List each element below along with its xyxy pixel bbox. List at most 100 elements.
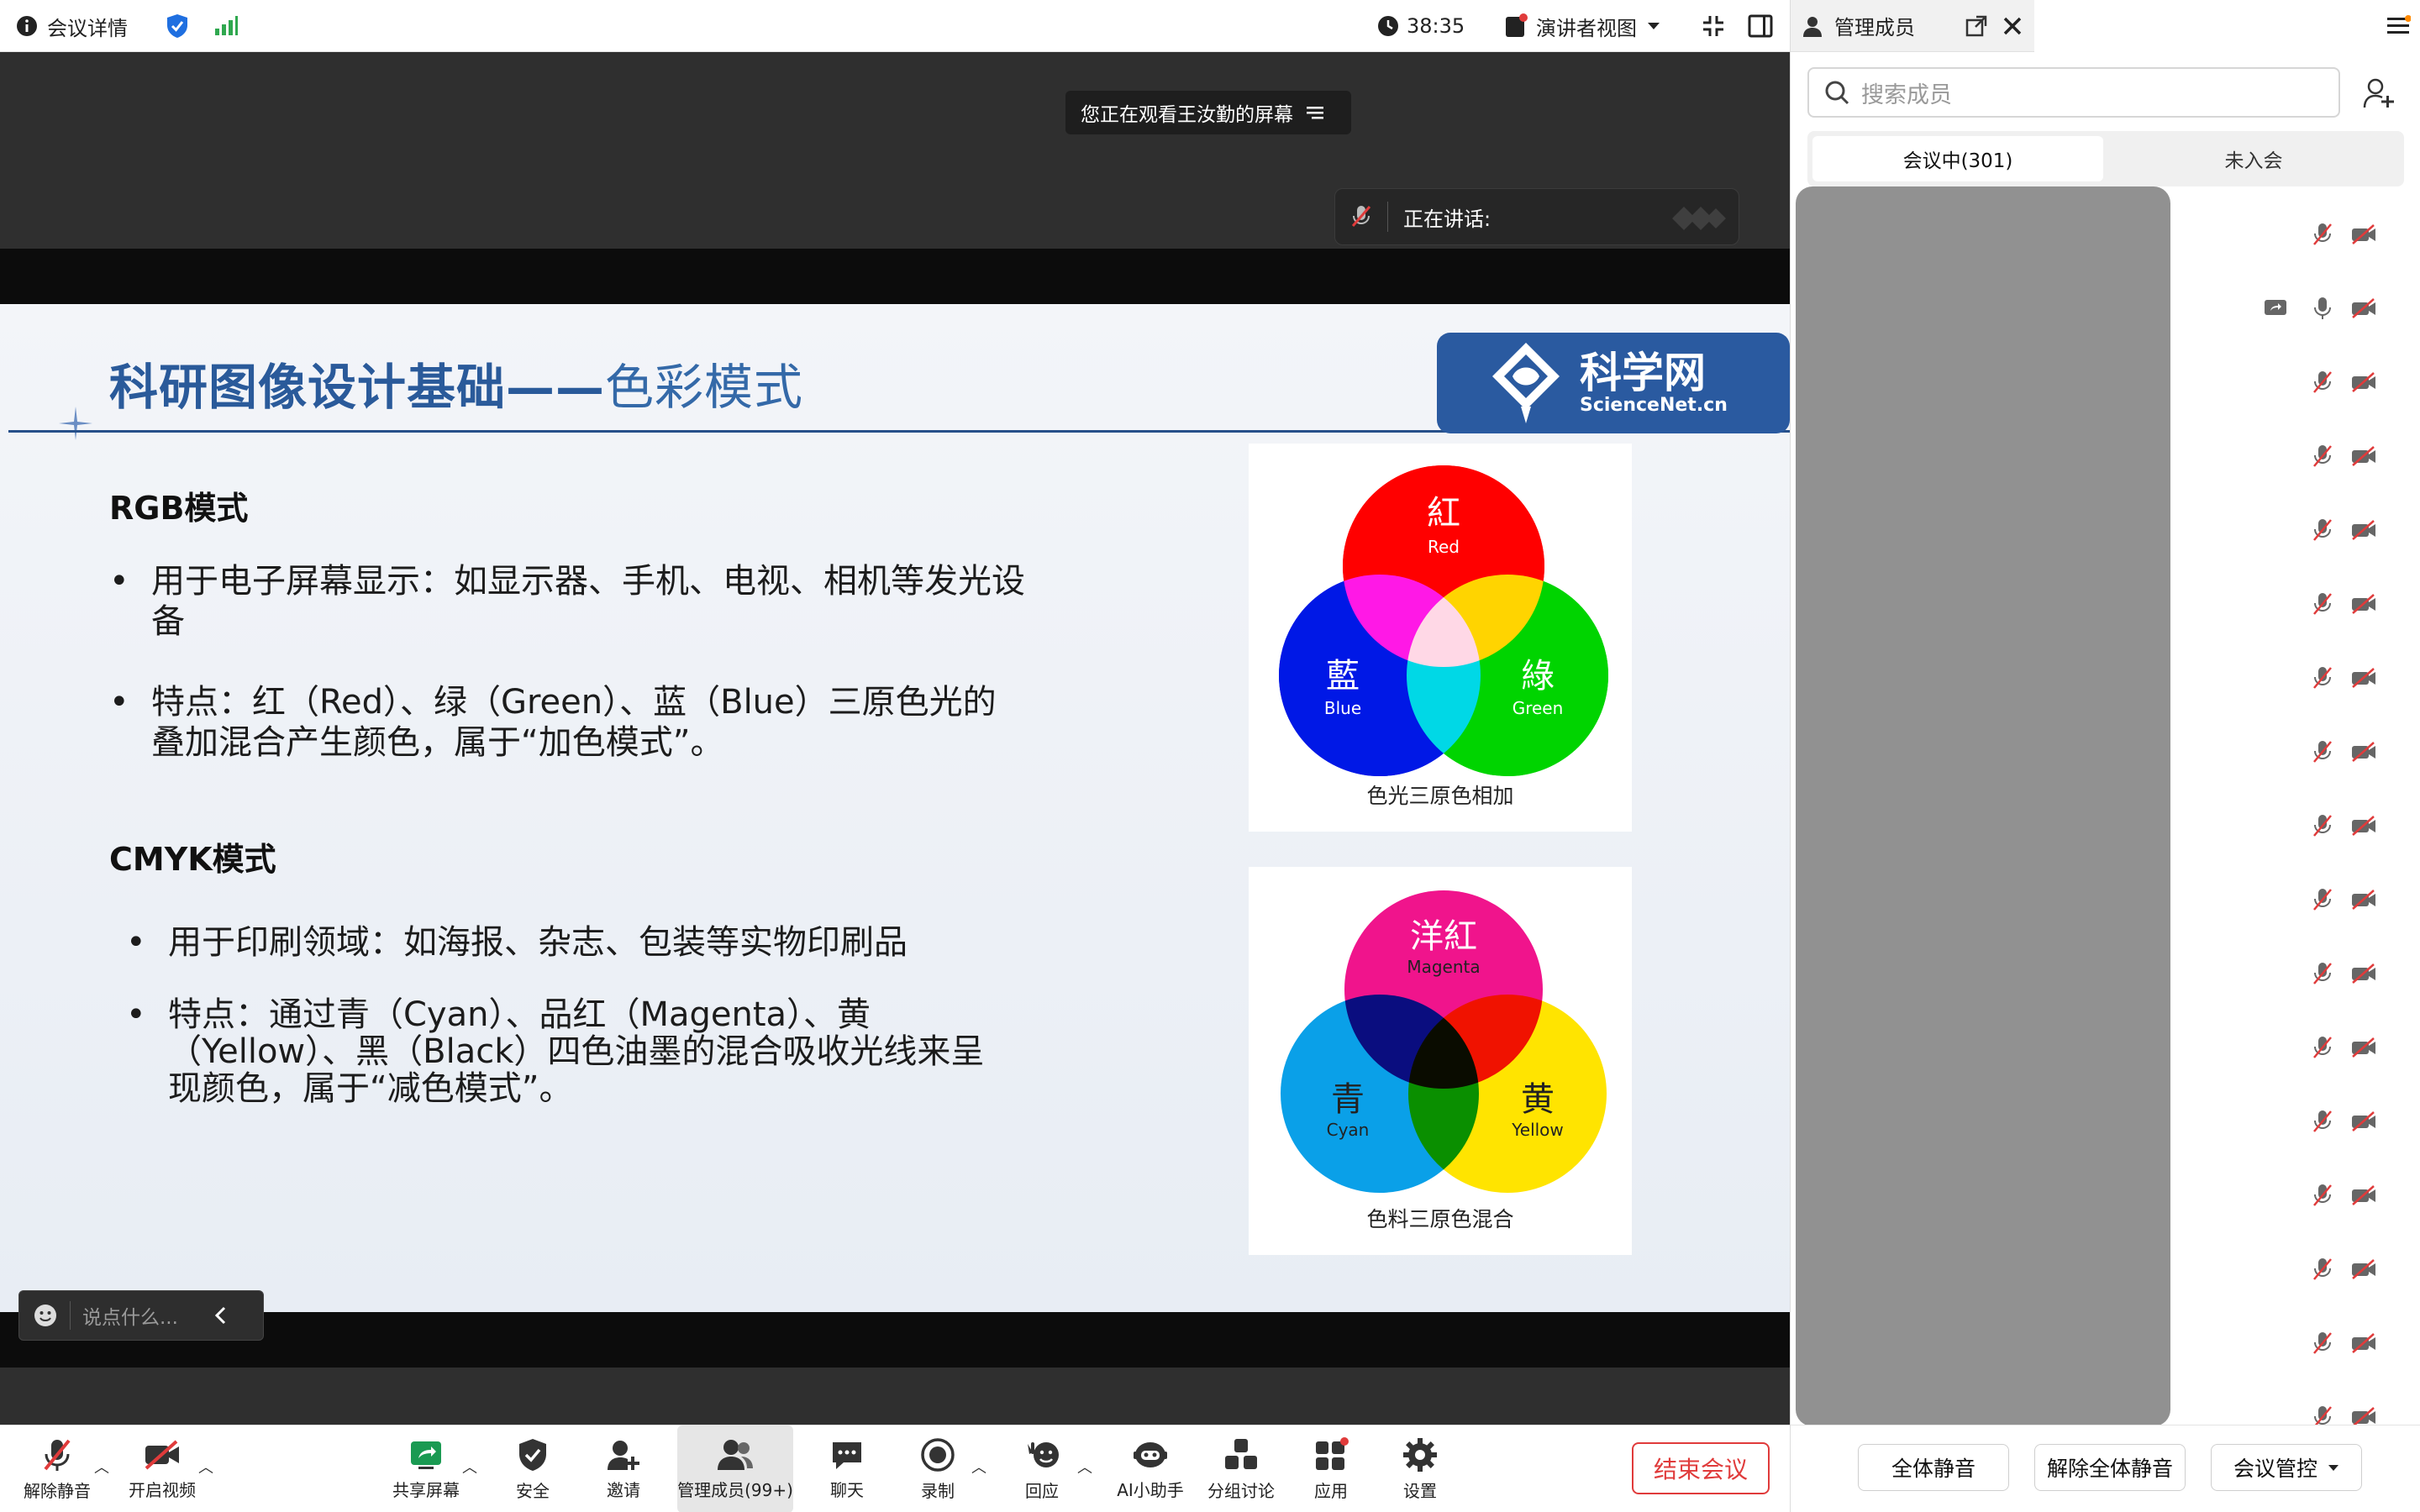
mic-muted-icon[interactable] [2312, 665, 2333, 690]
members-tabs: 会议中(301) 未入会 [1807, 131, 2404, 186]
reactions-options-caret[interactable]: ︿ [1077, 1456, 1092, 1478]
compress-icon [1703, 16, 1723, 36]
unmute-button[interactable]: 解除静音 [18, 1425, 96, 1512]
camera-off-icon[interactable] [2350, 371, 2377, 393]
mic-icon[interactable] [2312, 296, 2333, 321]
settings-button[interactable]: 设置 [1388, 1425, 1452, 1512]
camera-off-icon[interactable] [2350, 445, 2377, 467]
mic-muted-icon[interactable] [2312, 739, 2333, 764]
chat-bubble-icon [833, 1441, 861, 1469]
cmyk-bullet-2: • 特点：通过青（Cyan）、品红（Magenta）、黄 （Yellow）、黑（… [126, 995, 985, 1108]
end-meeting-button[interactable]: 结束会议 [1632, 1442, 1770, 1494]
rgb-bullet-1: • 用于电子屏幕显示：如显示器、手机、电视、相机等发光设 备 [109, 562, 1025, 641]
invite-button[interactable]: 邀请 [590, 1425, 657, 1512]
mic-muted-icon[interactable] [2312, 222, 2333, 247]
security-button[interactable]: 安全 [499, 1425, 566, 1512]
video-options-caret[interactable]: ︿ [198, 1456, 213, 1478]
mic-muted-icon[interactable] [2312, 444, 2333, 469]
mute-all-button[interactable]: 全体静音 [1858, 1444, 2009, 1491]
tab-not-joined[interactable]: 未入会 [2108, 136, 2399, 181]
member-search-placeholder: 搜索成员 [1861, 81, 1952, 108]
camera-off-icon[interactable] [2350, 1258, 2377, 1280]
mic-muted-icon[interactable] [2312, 813, 2333, 838]
mic-muted-icon[interactable] [2312, 1257, 2333, 1282]
members-panel-footer: 全体静音 解除全体静音 会议管控 [1791, 1425, 2420, 1512]
camera-off-icon[interactable] [2350, 1110, 2377, 1132]
green-label-en: Green [1512, 698, 1564, 718]
members-panel-title: 管理成员 [1834, 16, 1915, 39]
slide-title: 科研图像设计基础——色彩模式 [109, 359, 804, 416]
audio-wave-icon [1672, 207, 1727, 230]
tab-in-meeting[interactable]: 会议中(301) [1812, 136, 2103, 181]
meeting-details-button[interactable]: 会议详情 [15, 0, 128, 52]
meeting-timer: 38:35 [1376, 0, 1465, 52]
pop-out-icon[interactable] [1965, 15, 1987, 37]
close-icon[interactable] [2002, 16, 2023, 36]
share-screen-button[interactable]: 共享屏幕 [387, 1425, 466, 1512]
network-signal[interactable] [213, 0, 239, 52]
camera-off-icon[interactable] [2350, 1184, 2377, 1206]
red-label-cn: 紅 [1427, 494, 1460, 533]
letterbox-bottom [0, 1312, 1790, 1368]
viewing-notice[interactable]: 您正在观看王汝勤的屏幕 [1065, 91, 1351, 134]
search-icon [1825, 81, 1849, 105]
person-icon [1803, 16, 1822, 37]
shared-screen-stage: 您正在观看王汝勤的屏幕 正在讲话: 科研图像设计基础——色彩模式 科学网 Sci… [0, 52, 1790, 1425]
cmyk-heading: CMYK模式 [109, 841, 276, 878]
reactions-button[interactable]: 回应 [1008, 1425, 1076, 1512]
hamburger-menu-icon[interactable] [2387, 15, 2411, 37]
security-status[interactable] [165, 0, 190, 52]
camera-off-icon[interactable] [2350, 741, 2377, 763]
camera-off-icon[interactable] [2350, 519, 2377, 541]
mic-muted-icon[interactable] [2312, 1331, 2333, 1356]
meeting-control-button[interactable]: 会议管控 [2211, 1444, 2362, 1491]
camera-off-icon[interactable] [2350, 223, 2377, 245]
camera-off-icon[interactable] [2350, 593, 2377, 615]
camera-off-icon[interactable] [2350, 1037, 2377, 1058]
camera-off-icon[interactable] [2350, 963, 2377, 984]
cmyk-bullet-1: • 用于印刷领域：如海报、杂志、包装等实物印刷品 [126, 923, 908, 962]
record-options-caret[interactable]: ︿ [971, 1456, 986, 1478]
mic-muted-icon[interactable] [2312, 961, 2333, 986]
mic-muted-icon[interactable] [2312, 370, 2333, 395]
mic-muted-icon[interactable] [2312, 1109, 2333, 1134]
members-panel: 管理成员 搜索成员 会议中(301) 未入会 全体静音 解除全体静音 会议管控 [1790, 0, 2420, 1512]
start-video-button[interactable]: 开启视频 [123, 1425, 202, 1512]
quick-chat-placeholder: 说点什么... [82, 1307, 178, 1329]
members-panel-header: 管理成员 [1791, 0, 2034, 52]
unmute-all-button[interactable]: 解除全体静音 [2034, 1444, 2186, 1491]
blue-label-cn: 藍 [1326, 657, 1360, 696]
top-bar: 会议详情 38:35 演讲者视图 [0, 0, 1790, 52]
chat-button[interactable]: 聊天 [813, 1425, 881, 1512]
chevron-left-icon[interactable] [213, 1305, 227, 1326]
share-options-caret[interactable]: ︿ [462, 1456, 477, 1478]
letterbox-top [0, 249, 1790, 304]
add-member-icon[interactable] [2362, 77, 2396, 109]
camera-off-icon[interactable] [2350, 667, 2377, 689]
mic-muted-icon[interactable] [2312, 1035, 2333, 1060]
mic-muted-icon[interactable] [2312, 591, 2333, 617]
breakout-rooms-button[interactable]: 分组讨论 [1203, 1425, 1279, 1512]
sparkle-icon [59, 407, 92, 440]
presenter-view-button[interactable]: 演讲者视图 [1504, 0, 1660, 52]
apps-button[interactable]: 应用 [1299, 1425, 1363, 1512]
mic-muted-icon[interactable] [2312, 517, 2333, 543]
ai-assistant-button[interactable]: AI小助手 [1111, 1425, 1190, 1512]
audio-options-caret[interactable]: ︿ [94, 1456, 109, 1478]
exit-fullscreen-button[interactable] [1701, 0, 1726, 52]
quick-chat-input[interactable]: 说点什么... [18, 1290, 264, 1341]
member-search-input[interactable]: 搜索成员 [1807, 67, 2340, 118]
toggle-sidebar-button[interactable] [1748, 0, 1773, 52]
manage-members-button[interactable]: 管理成员(99+) [677, 1425, 793, 1512]
rgb-heading: RGB模式 [109, 490, 249, 527]
mic-muted-icon[interactable] [2312, 887, 2333, 912]
camera-off-icon[interactable] [2350, 1332, 2377, 1354]
mic-muted-icon[interactable] [2312, 1183, 2333, 1208]
yellow-label-cn: 黄 [1521, 1080, 1555, 1119]
gear-icon [1403, 1437, 1437, 1472]
camera-off-icon[interactable] [2350, 297, 2377, 319]
camera-off-icon[interactable] [2350, 815, 2377, 837]
camera-off-icon[interactable] [2350, 889, 2377, 911]
record-button[interactable]: 录制 [904, 1425, 971, 1512]
rgb-venn-svg: 紅 Red 藍 Blue 綠 Green [1279, 465, 1608, 776]
